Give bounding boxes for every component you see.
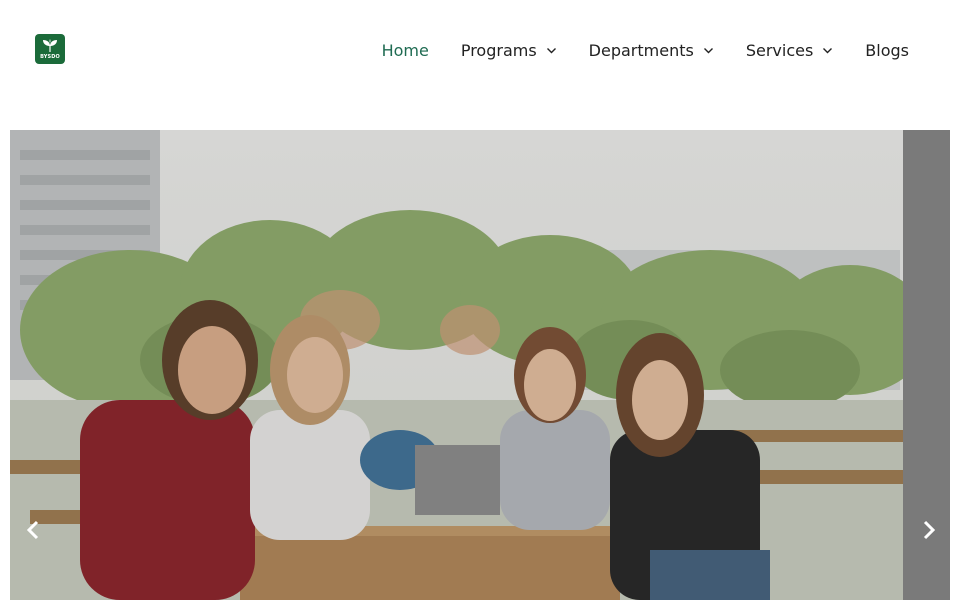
nav-item-label: Services [745, 40, 814, 60]
logo-text: BYSDO [40, 53, 60, 60]
hero-slider [10, 130, 950, 600]
leaf-logo-icon [43, 38, 57, 52]
chevron-right-icon[interactable] [916, 518, 940, 542]
hero-overlay [10, 130, 950, 600]
nav-item-departments[interactable]: Departments [589, 41, 714, 60]
nav-item-label: Departments [588, 40, 694, 60]
nav-item-label: Home [381, 40, 429, 60]
nav-item-programs[interactable]: Programs [461, 41, 557, 60]
nav-item-label: Programs [460, 40, 537, 60]
nav-item-label: Blogs [865, 40, 909, 60]
chevron-down-icon [546, 47, 556, 53]
nav-item-services[interactable]: Services [746, 41, 833, 60]
chevron-left-icon[interactable] [22, 518, 46, 542]
site-header: BYSDO Home Programs Departments Services… [0, 0, 960, 100]
chevron-down-icon [703, 47, 713, 53]
site-logo[interactable]: BYSDO [35, 34, 65, 64]
nav-item-home[interactable]: Home [382, 41, 429, 60]
nav-item-blogs[interactable]: Blogs [865, 41, 909, 60]
main-nav: Home Programs Departments Services Blogs [382, 37, 909, 63]
chevron-down-icon [823, 47, 833, 53]
